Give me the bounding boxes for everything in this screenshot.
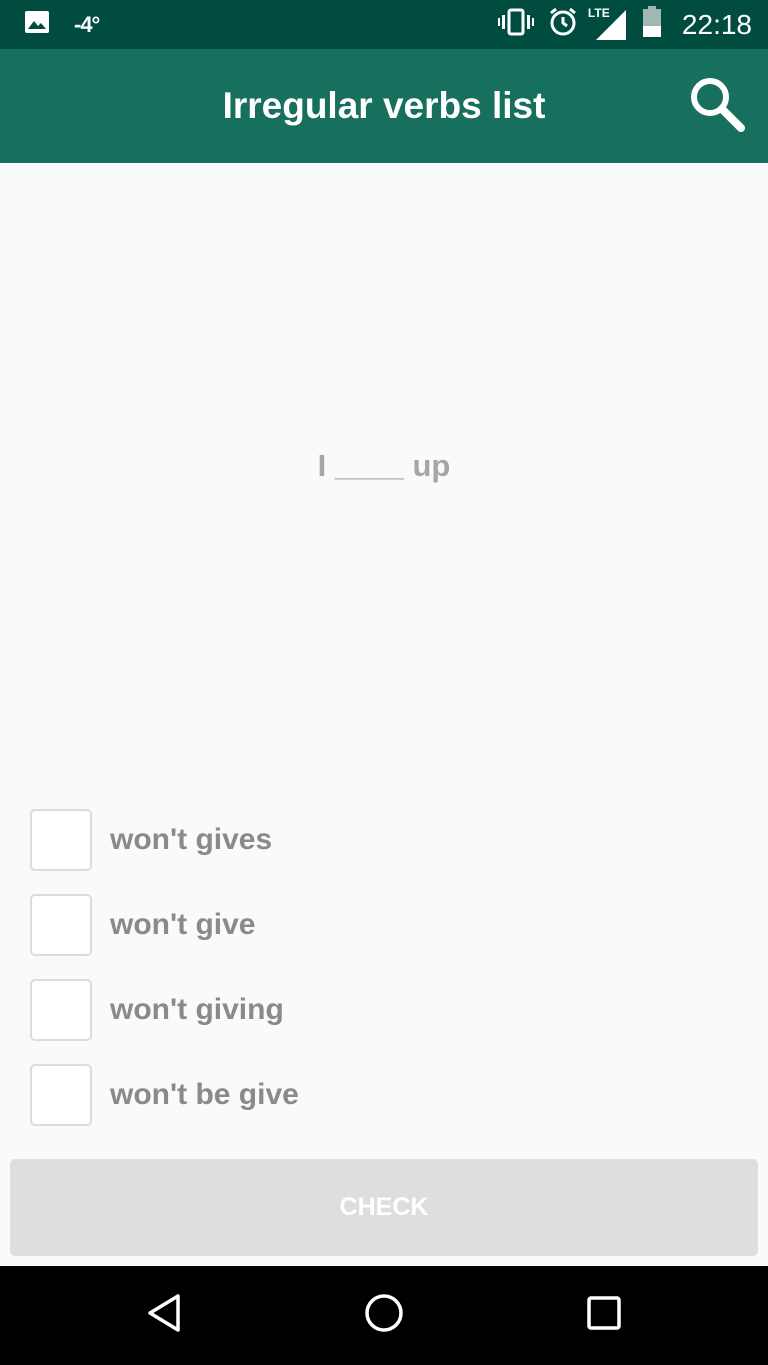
check-button[interactable]: CHECK xyxy=(10,1159,758,1256)
app-title: Irregular verbs list xyxy=(222,85,546,126)
status-right: LTE 22:18 xyxy=(484,0,752,49)
answer-options: won't gives won't give won't giving won'… xyxy=(30,807,730,1147)
back-button[interactable] xyxy=(114,1266,214,1365)
option-3[interactable]: won't giving xyxy=(30,977,730,1042)
option-2-checkbox[interactable] xyxy=(30,893,92,956)
option-2[interactable]: won't give xyxy=(30,892,730,957)
option-1-checkbox[interactable] xyxy=(30,808,92,871)
option-4-checkbox[interactable] xyxy=(30,1063,92,1126)
app-bar: Irregular verbs list xyxy=(0,49,768,163)
search-button[interactable] xyxy=(684,73,750,139)
option-2-label[interactable]: won't give xyxy=(110,908,255,942)
battery-icon xyxy=(642,6,662,43)
home-button[interactable] xyxy=(334,1266,434,1365)
temperature-text: -4° xyxy=(74,11,100,37)
option-4[interactable]: won't be give xyxy=(30,1062,730,1127)
lte-label: LTE xyxy=(587,5,610,20)
option-4-label[interactable]: won't be give xyxy=(110,1078,299,1112)
status-bar: -4° LTE 22:18 xyxy=(0,0,768,49)
status-left: -4° xyxy=(24,0,100,49)
image-icon xyxy=(24,10,50,39)
recents-icon xyxy=(586,1295,622,1336)
alarm-icon xyxy=(548,7,578,42)
vibrate-icon xyxy=(497,8,534,41)
navigation-bar xyxy=(0,1266,768,1365)
search-icon xyxy=(688,75,746,138)
clock-time: 22:18 xyxy=(681,8,752,40)
home-icon xyxy=(363,1292,405,1339)
option-1-label[interactable]: won't gives xyxy=(110,823,272,857)
option-3-label[interactable]: won't giving xyxy=(110,993,284,1027)
recents-button[interactable] xyxy=(554,1266,654,1365)
question-text: I ____ up xyxy=(317,448,451,483)
option-3-checkbox[interactable] xyxy=(30,978,92,1041)
option-1[interactable]: won't gives xyxy=(30,807,730,872)
back-icon xyxy=(146,1293,182,1338)
screen: -4° LTE 22:18 Irregular verbs list I ___… xyxy=(0,0,768,1365)
signal-icon: LTE xyxy=(588,6,628,42)
